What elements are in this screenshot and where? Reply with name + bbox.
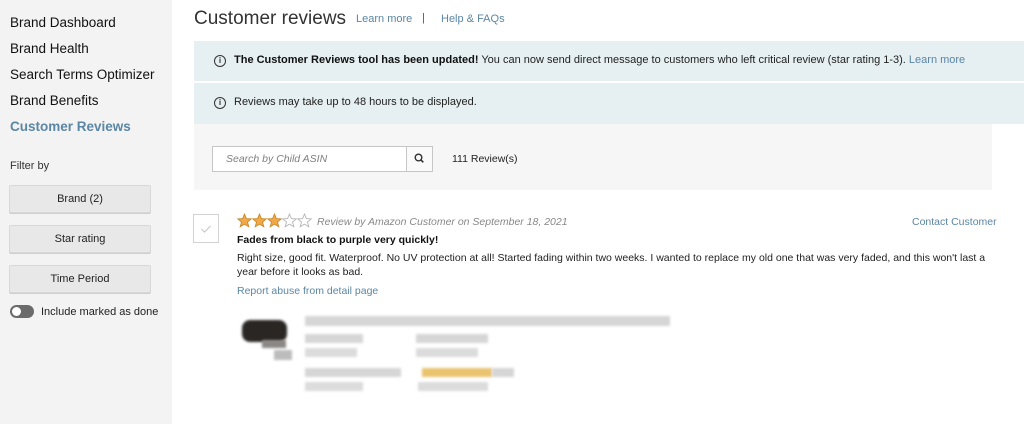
star-filled-icon: [252, 213, 267, 228]
redacted-text: [305, 316, 670, 326]
redacted-text: [305, 334, 363, 343]
sidebar-item-search-terms-optimizer[interactable]: Search Terms Optimizer: [10, 67, 155, 82]
redacted-text: [418, 382, 488, 391]
review-count: 111 Review(s): [452, 153, 518, 165]
learn-more-link[interactable]: Learn more: [356, 13, 412, 25]
product-image: [242, 320, 287, 342]
header-separator: |: [422, 12, 425, 24]
sidebar-item-brand-benefits[interactable]: Brand Benefits: [10, 93, 99, 108]
info-icon: i: [214, 55, 226, 67]
redacted-text: [416, 334, 488, 343]
redacted-text: [305, 348, 357, 357]
delay-banner: i Reviews may take up to 48 hours to be …: [194, 83, 1024, 124]
search-input[interactable]: [212, 146, 407, 172]
redacted-rating: [422, 368, 492, 377]
search-button[interactable]: [406, 146, 433, 172]
update-banner-message: You can now send direct message to custo…: [478, 54, 909, 66]
star-empty-icon: [297, 213, 312, 228]
banner-learn-more-link[interactable]: Learn more: [909, 54, 965, 66]
info-icon: i: [214, 97, 226, 109]
product-image: [274, 350, 292, 360]
redacted-text: [492, 368, 514, 377]
checkmark-icon: [201, 225, 211, 233]
star-rating-filter-button[interactable]: Star rating: [9, 225, 151, 253]
contact-customer-link[interactable]: Contact Customer: [912, 216, 997, 228]
star-filled-icon: [237, 213, 252, 228]
update-banner: i The Customer Reviews tool has been upd…: [194, 41, 1024, 81]
redacted-text: [416, 348, 478, 357]
sidebar: Brand Dashboard Brand Health Search Term…: [0, 0, 172, 424]
time-period-filter-button[interactable]: Time Period: [9, 265, 151, 293]
search-icon: [414, 153, 424, 163]
star-filled-icon: [267, 213, 282, 228]
review-meta: Review by Amazon Customer on September 1…: [317, 216, 568, 228]
filter-by-label: Filter by: [10, 160, 50, 172]
page-title: Customer reviews: [194, 8, 347, 29]
mark-done-checkbox[interactable]: [193, 214, 219, 243]
product-image: [262, 340, 286, 348]
help-faqs-link[interactable]: Help & FAQs: [441, 13, 505, 25]
brand-filter-button[interactable]: Brand (2): [9, 185, 151, 213]
include-marked-done-toggle[interactable]: [10, 305, 34, 318]
delay-banner-text: Reviews may take up to 48 hours to be di…: [234, 96, 477, 108]
redacted-text: [305, 368, 401, 377]
toggle-knob: [12, 307, 21, 316]
update-banner-bold: The Customer Reviews tool has been updat…: [234, 54, 479, 66]
review-body: Right size, good fit. Waterproof. No UV …: [237, 252, 986, 278]
include-marked-done-label: Include marked as done: [41, 306, 159, 318]
sidebar-item-customer-reviews[interactable]: Customer Reviews: [10, 119, 131, 134]
report-abuse-link[interactable]: Report abuse from detail page: [237, 285, 378, 297]
update-banner-text: The Customer Reviews tool has been updat…: [234, 54, 965, 66]
star-empty-icon: [282, 213, 297, 228]
redacted-text: [305, 382, 363, 391]
sidebar-item-brand-health[interactable]: Brand Health: [10, 41, 89, 56]
review-title: Fades from black to purple very quickly!: [237, 234, 439, 246]
sidebar-item-brand-dashboard[interactable]: Brand Dashboard: [10, 15, 116, 30]
